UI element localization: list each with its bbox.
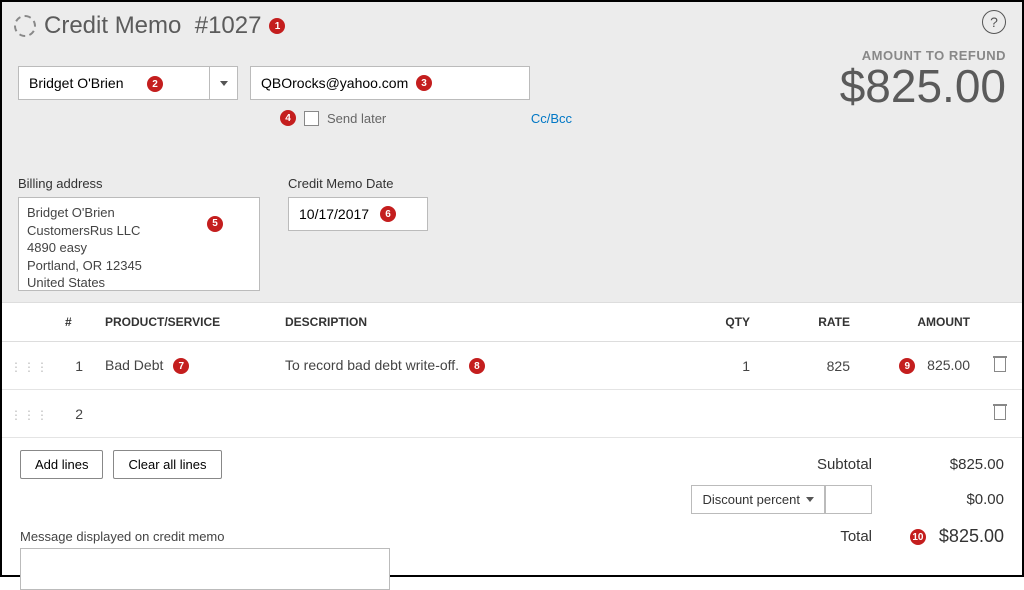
drag-handle-icon[interactable]: ⋮⋮⋮ <box>10 408 49 422</box>
annotation-9: 9 <box>899 358 915 374</box>
annotation-1: 1 <box>269 18 285 34</box>
discount-value: $0.00 <box>884 491 1004 508</box>
annotation-10: 10 <box>910 529 926 545</box>
trash-icon[interactable] <box>993 356 1007 372</box>
rate-cell[interactable]: 825 <box>758 342 858 390</box>
message-textarea[interactable] <box>20 548 390 590</box>
description-cell[interactable] <box>277 390 668 438</box>
add-lines-button[interactable]: Add lines <box>20 450 103 479</box>
qty-cell[interactable]: 1 <box>668 342 758 390</box>
subtotal-label: Subtotal <box>817 456 872 473</box>
customer-input[interactable] <box>19 67 209 99</box>
annotation-8: 8 <box>469 358 485 374</box>
description-cell[interactable]: To record bad debt write-off. 8 <box>277 342 668 390</box>
col-header-description: DESCRIPTION <box>277 303 668 342</box>
product-cell[interactable] <box>97 390 277 438</box>
totals-block: Subtotal $825.00 Discount percent $0.00 … <box>644 450 1004 553</box>
header-area: Credit Memo #1027 1 ? AMOUNT TO REFUND $… <box>2 2 1022 302</box>
rate-cell[interactable] <box>758 390 858 438</box>
annotation-3: 3 <box>416 75 432 91</box>
col-header-qty: QTY <box>668 303 758 342</box>
billing-address-textarea[interactable]: Bridget O'Brien CustomersRus LLC 4890 ea… <box>18 197 260 291</box>
clear-lines-button[interactable]: Clear all lines <box>113 450 221 479</box>
chevron-down-icon <box>220 81 228 86</box>
date-label: Credit Memo Date <box>288 176 428 191</box>
amount-value: $825.00 <box>840 63 1006 109</box>
row-number: 1 <box>57 342 97 390</box>
col-header-amount: AMOUNT <box>858 303 978 342</box>
discount-type-select[interactable]: Discount percent <box>692 486 825 513</box>
col-header-rate: RATE <box>758 303 858 342</box>
subtotal-value: $825.00 <box>884 456 1004 473</box>
discount-combo[interactable]: Discount percent <box>691 485 872 514</box>
email-input[interactable] <box>250 66 530 100</box>
amount-cell[interactable]: 9 825.00 <box>858 342 978 390</box>
send-later-label: Send later <box>327 111 386 126</box>
col-header-num: # <box>57 303 97 342</box>
total-label: Total <box>840 528 872 545</box>
chevron-down-icon <box>806 497 814 502</box>
line-items-table: # PRODUCT/SERVICE DESCRIPTION QTY RATE A… <box>2 302 1022 438</box>
col-header-product: PRODUCT/SERVICE <box>97 303 277 342</box>
annotation-5: 5 <box>207 216 223 232</box>
total-value: 10 $825.00 <box>884 526 1004 547</box>
help-icon[interactable]: ? <box>982 10 1006 34</box>
customer-dropdown-button[interactable] <box>209 67 237 99</box>
date-input[interactable] <box>288 197 428 231</box>
row-number: 2 <box>57 390 97 438</box>
page-title: Credit Memo #1027 <box>44 12 261 40</box>
customer-combo[interactable]: 2 <box>18 66 238 100</box>
trash-icon[interactable] <box>993 404 1007 420</box>
annotation-6: 6 <box>380 206 396 222</box>
annotation-2: 2 <box>147 76 163 92</box>
table-row[interactable]: ⋮⋮⋮ 1 Bad Debt 7 To record bad debt writ… <box>2 342 1022 390</box>
product-cell[interactable]: Bad Debt 7 <box>97 342 277 390</box>
qty-cell[interactable] <box>668 390 758 438</box>
annotation-7: 7 <box>173 358 189 374</box>
ccbcc-link[interactable]: Cc/Bcc <box>531 111 572 126</box>
billing-address-label: Billing address <box>18 176 260 191</box>
amount-cell[interactable] <box>858 390 978 438</box>
discount-input[interactable] <box>825 486 871 513</box>
send-later-checkbox[interactable] <box>304 111 319 126</box>
gear-icon[interactable] <box>14 15 36 37</box>
drag-handle-icon[interactable]: ⋮⋮⋮ <box>10 360 49 374</box>
annotation-4: 4 <box>280 110 296 126</box>
table-row[interactable]: ⋮⋮⋮ 2 <box>2 390 1022 438</box>
